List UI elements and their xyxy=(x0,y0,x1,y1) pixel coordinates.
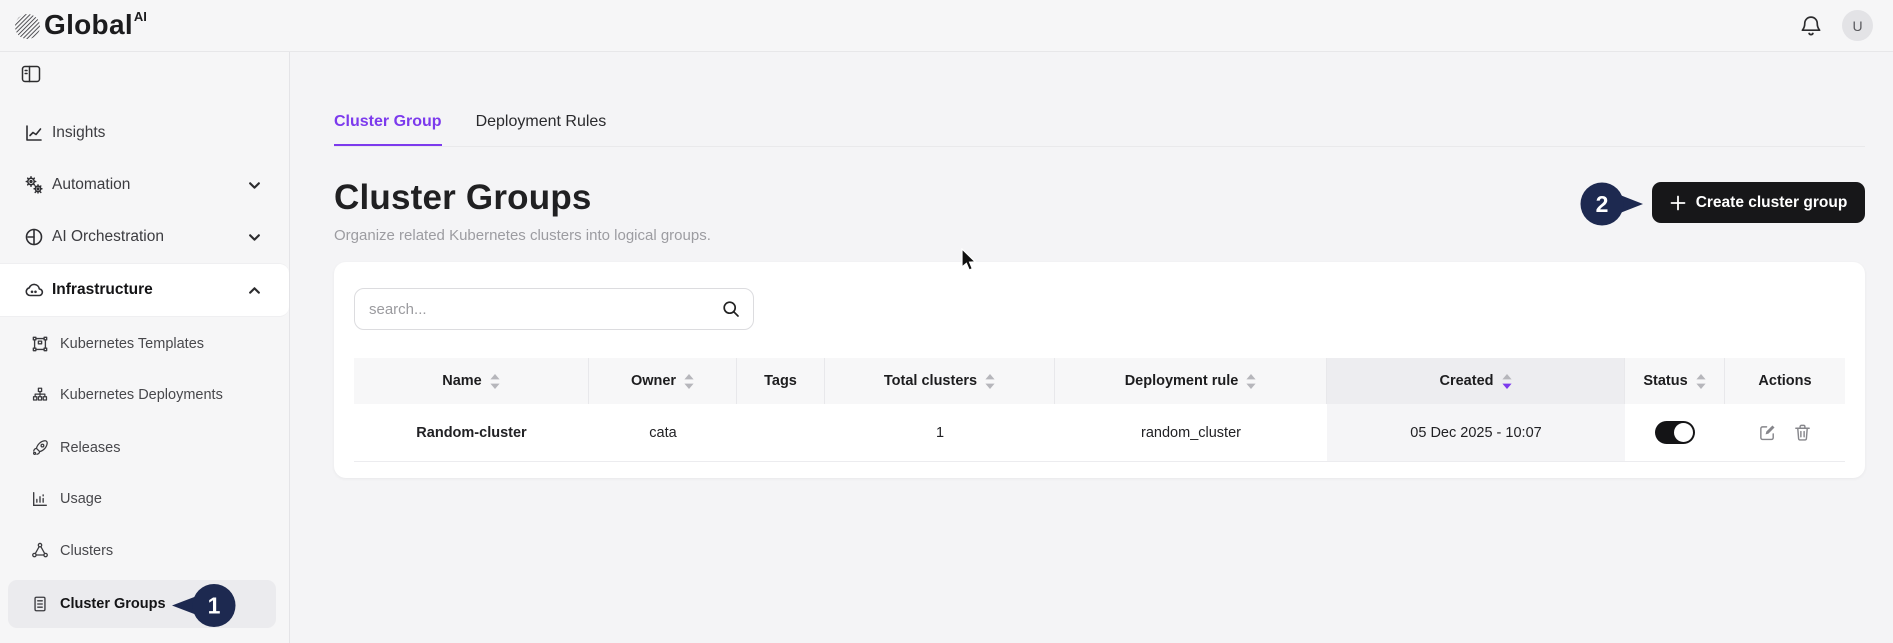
column-label: Total clusters xyxy=(884,373,977,389)
column-label: Owner xyxy=(631,373,676,389)
cluster-groups-list-icon xyxy=(31,595,49,613)
cell-created: 05 Dec 2025 - 10:07 xyxy=(1327,404,1625,461)
sidebar-item-automation[interactable]: Automation xyxy=(0,163,290,207)
sort-desc-icon[interactable] xyxy=(1502,374,1512,389)
tab-deployment-rules[interactable]: Deployment Rules xyxy=(476,113,607,147)
tab-bar: Cluster Group Deployment Rules xyxy=(334,113,606,147)
annotation-badge-2: 2 xyxy=(1580,181,1646,227)
kubernetes-templates-icon xyxy=(31,335,49,353)
cell-deployment-rule: random_cluster xyxy=(1055,404,1327,461)
releases-rocket-icon xyxy=(31,439,49,457)
column-label: Status xyxy=(1643,373,1687,389)
sidebar-item-label: Insights xyxy=(52,124,105,142)
cell-owner: cata xyxy=(589,404,737,461)
plus-icon xyxy=(1670,195,1686,211)
sidebar-item-clusters[interactable]: Clusters xyxy=(0,529,290,573)
sidebar-item-infrastructure[interactable]: Infrastructure xyxy=(0,268,290,312)
sidebar-item-label: AI Orchestration xyxy=(52,228,164,246)
annotation-badge-1-number: 1 xyxy=(208,593,221,619)
sidebar-item-label: Infrastructure xyxy=(52,281,153,299)
sidebar-item-ai-orchestration[interactable]: AI Orchestration xyxy=(0,215,290,259)
cluster-groups-card: Name Owner Tags Total clusters Deploymen… xyxy=(334,262,1865,478)
search-input[interactable] xyxy=(369,289,709,329)
usage-bars-icon xyxy=(31,490,49,508)
sidebar-item-label: Clusters xyxy=(60,543,113,559)
column-header-tags[interactable]: Tags xyxy=(737,358,825,404)
sidebar-item-releases[interactable]: Releases xyxy=(0,426,290,470)
create-cluster-group-button[interactable]: Create cluster group xyxy=(1652,182,1865,223)
cell-total-clusters: 1 xyxy=(825,404,1055,461)
app-logo: Global AI xyxy=(14,10,147,40)
sidebar-item-cluster-groups[interactable]: Cluster Groups xyxy=(0,582,290,626)
sidebar-item-label: Automation xyxy=(52,176,130,194)
sidebar-item-insights[interactable]: Insights xyxy=(0,111,290,155)
column-label: Deployment rule xyxy=(1125,373,1239,389)
sidebar-toggle-icon[interactable] xyxy=(20,63,42,85)
column-header-actions: Actions xyxy=(1725,358,1845,404)
sidebar-item-label: Usage xyxy=(60,491,102,507)
chevron-up-icon xyxy=(248,284,261,297)
column-header-owner[interactable]: Owner xyxy=(589,358,737,404)
column-header-total-clusters[interactable]: Total clusters xyxy=(825,358,1055,404)
sidebar-item-label: Kubernetes Deployments xyxy=(60,387,223,403)
annotation-badge-2-number: 2 xyxy=(1596,191,1609,217)
sort-icon[interactable] xyxy=(985,374,995,389)
column-label: Name xyxy=(442,373,482,389)
ai-orchestration-icon xyxy=(24,227,44,247)
tab-cluster-group[interactable]: Cluster Group xyxy=(334,113,442,147)
annotation-badge-1: 1 xyxy=(168,582,238,629)
search-icon[interactable] xyxy=(721,299,741,319)
cell-tags xyxy=(737,404,825,461)
cell-actions xyxy=(1725,404,1845,461)
sort-icon[interactable] xyxy=(1696,374,1706,389)
column-header-name[interactable]: Name xyxy=(354,358,589,404)
app-header: Global AI U xyxy=(0,0,1893,52)
sidebar-item-kubernetes-deployments[interactable]: Kubernetes Deployments xyxy=(0,373,290,417)
table-header-row: Name Owner Tags Total clusters Deploymen… xyxy=(354,358,1845,404)
sort-icon[interactable] xyxy=(490,374,500,389)
sidebar: Insights Automation AI Orchestration Inf… xyxy=(0,52,290,643)
table-row: Random-cluster cata 1 random_cluster 05 … xyxy=(354,404,1845,462)
column-label: Created xyxy=(1440,373,1494,389)
sidebar-item-kubernetes-templates[interactable]: Kubernetes Templates xyxy=(0,322,290,366)
main-content: Cluster Group Deployment Rules Cluster G… xyxy=(290,52,1893,643)
create-button-label: Create cluster group xyxy=(1696,194,1848,212)
column-header-deployment-rule[interactable]: Deployment rule xyxy=(1055,358,1327,404)
automation-gears-icon xyxy=(24,175,44,195)
page-subtitle: Organize related Kubernetes clusters int… xyxy=(334,227,711,244)
sidebar-item-usage[interactable]: Usage xyxy=(0,477,290,521)
sidebar-item-label: Releases xyxy=(60,440,120,456)
infrastructure-cloud-icon xyxy=(24,280,44,300)
tabs-divider xyxy=(334,146,1865,147)
search-field xyxy=(354,288,754,330)
column-label: Actions xyxy=(1758,373,1811,389)
column-header-created[interactable]: Created xyxy=(1327,358,1625,404)
sort-icon[interactable] xyxy=(684,374,694,389)
logo-superscript: AI xyxy=(134,9,147,24)
cell-name: Random-cluster xyxy=(354,404,589,461)
logo-text: Global xyxy=(44,10,133,40)
globe-logo-icon xyxy=(14,13,41,40)
status-toggle[interactable] xyxy=(1655,421,1695,444)
column-label: Tags xyxy=(764,373,797,389)
sidebar-item-label: Kubernetes Templates xyxy=(60,336,204,352)
delete-trash-icon[interactable] xyxy=(1793,423,1812,442)
toggle-knob xyxy=(1674,423,1693,442)
kubernetes-deployments-icon xyxy=(31,386,49,404)
page-title: Cluster Groups xyxy=(334,178,592,218)
edit-icon[interactable] xyxy=(1758,423,1777,442)
cell-status xyxy=(1625,404,1725,461)
avatar-initial: U xyxy=(1852,18,1862,34)
notifications-bell-icon[interactable] xyxy=(1799,14,1823,38)
chevron-down-icon xyxy=(248,179,261,192)
chevron-down-icon xyxy=(248,231,261,244)
clusters-network-icon xyxy=(31,542,49,560)
sidebar-item-label: Cluster Groups xyxy=(60,596,166,612)
column-header-status[interactable]: Status xyxy=(1625,358,1725,404)
user-avatar[interactable]: U xyxy=(1842,10,1873,41)
sort-icon[interactable] xyxy=(1246,374,1256,389)
insights-chart-icon xyxy=(24,123,44,143)
